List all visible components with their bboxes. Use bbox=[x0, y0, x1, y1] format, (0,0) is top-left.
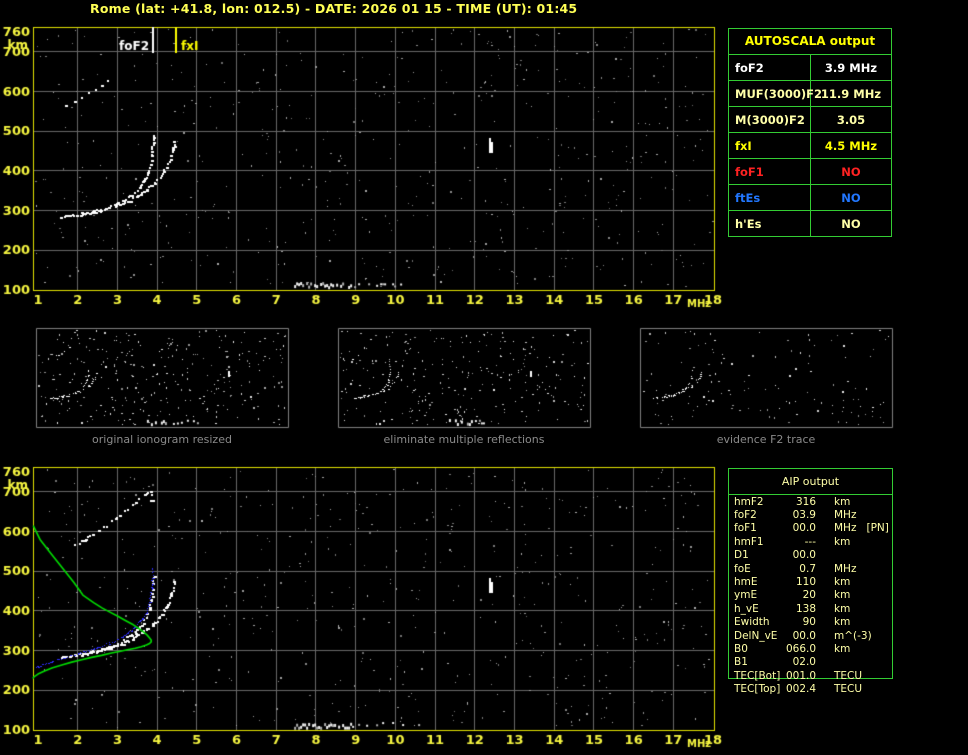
aip-row-value: 0.7 bbox=[799, 562, 816, 575]
aip-row-value: 20 bbox=[802, 589, 816, 602]
aip-row-unit: TECU bbox=[834, 669, 863, 682]
aip-row-value: --- bbox=[804, 535, 816, 548]
panel-caption-eliminate: eliminate multiple reflections bbox=[383, 433, 545, 446]
aip-row: ymE 20 km bbox=[729, 589, 892, 602]
aip-row-unit: km bbox=[834, 602, 851, 615]
autoscala-row: foF1 NO bbox=[729, 158, 891, 184]
aip-row-label: h_vE bbox=[734, 602, 759, 615]
aip-row-label: foE bbox=[734, 562, 751, 575]
autoscala-row-value: NO bbox=[841, 164, 861, 179]
aip-row-value: 03.9 bbox=[792, 509, 816, 522]
aip-row-note: [PN] bbox=[866, 522, 889, 535]
autoscala-row: ftEs NO bbox=[729, 184, 891, 210]
aip-row-value: 02.0 bbox=[792, 656, 816, 669]
aip-row-unit: TECU bbox=[834, 683, 863, 696]
autoscala-row-label: h'Es bbox=[729, 211, 811, 236]
aip-row: DelN_vE 00.0 m^(-3) bbox=[729, 629, 892, 642]
aip-row-unit: km bbox=[834, 535, 851, 548]
aip-row: TEC[Top] 002.4 TECU bbox=[729, 682, 892, 695]
aip-row-label: TEC[Bot] bbox=[734, 669, 781, 682]
aip-row-label: D1 bbox=[734, 549, 749, 562]
autoscala-row: fxI 4.5 MHz bbox=[729, 132, 891, 158]
aip-row: hmF1 --- km bbox=[729, 535, 892, 548]
aip-row: h_vE 138 km bbox=[729, 602, 892, 615]
autoscala-row: foF2 3.9 MHz bbox=[729, 54, 891, 80]
autoscala-table-header: AUTOSCALA output bbox=[744, 34, 876, 48]
aip-row-label: DelN_vE bbox=[734, 629, 778, 642]
aip-row-value: 110 bbox=[795, 576, 816, 589]
autoscala-row-value: 3.9 MHz bbox=[824, 60, 878, 75]
aip-row-value: 316 bbox=[795, 495, 816, 508]
autoscala-row-value: NO bbox=[841, 216, 861, 231]
aip-row: B0 066.0 km bbox=[729, 642, 892, 655]
autoscala-table-rows: foF2 3.9 MHz MUF(3000)F2 11.9 MHz M(3000)F2 3… bbox=[729, 54, 891, 236]
aip-row-unit: m^(-3) bbox=[834, 629, 872, 642]
autoscala-row-label: M(3000)F2 bbox=[729, 107, 811, 132]
aip-row-value: 00.0 bbox=[792, 629, 816, 642]
autoscala-row-value: 4.5 MHz bbox=[824, 138, 878, 153]
autoscala-row-label: ftEs bbox=[729, 185, 811, 210]
aip-table-header: AIP output bbox=[729, 469, 892, 495]
autoscala-row-value: NO bbox=[841, 190, 861, 205]
panel-caption-original: original ionogram resized bbox=[92, 433, 232, 446]
aip-row: foF1 00.0 MHz [PN] bbox=[729, 522, 892, 535]
aip-row-label: Ewidth bbox=[734, 616, 770, 629]
aip-row-unit: MHz bbox=[834, 522, 857, 535]
autoscala-row-label: foF1 bbox=[729, 159, 811, 184]
aip-row-label: hmE bbox=[734, 576, 758, 589]
autoscala-row: h'Es NO bbox=[729, 210, 891, 236]
aip-row-value: 90 bbox=[802, 616, 816, 629]
aip-row-label: B1 bbox=[734, 656, 748, 669]
aip-row: B1 02.0 bbox=[729, 656, 892, 669]
aip-table-rows: hmF2 316 km foF2 03.9 MHz foF1 00.0 MHz [PN] hmF1 -… bbox=[729, 495, 892, 696]
aip-row-label: foF2 bbox=[734, 509, 757, 522]
aip-row-label: foF1 bbox=[734, 522, 757, 535]
aip-row-value: 066.0 bbox=[786, 642, 817, 655]
aip-row-unit: MHz bbox=[834, 509, 857, 522]
aip-row-unit: MHz bbox=[834, 562, 857, 575]
aip-row-label: ymE bbox=[734, 589, 758, 602]
aip-row-unit: km bbox=[834, 642, 851, 655]
autoscala-row-label: foF2 bbox=[729, 55, 811, 80]
autoscala-row-value: 11.9 MHz bbox=[820, 86, 882, 101]
aip-row: Ewidth 90 km bbox=[729, 616, 892, 629]
aip-row-label: hmF1 bbox=[734, 535, 764, 548]
aip-row-unit: km bbox=[834, 589, 851, 602]
aip-output-table: AIP output hmF2 316 km foF2 03.9 MHz foF1 00.0 M… bbox=[728, 468, 893, 695]
aip-row-value: 00.0 bbox=[792, 522, 816, 535]
aip-row-label: TEC[Top] bbox=[734, 683, 781, 696]
aip-row-value: 002.4 bbox=[786, 683, 817, 696]
aip-row-unit: km bbox=[834, 495, 851, 508]
panel-caption-evidence: evidence F2 trace bbox=[716, 433, 816, 446]
aip-row: foE 0.7 MHz bbox=[729, 562, 892, 575]
autoscala-row: MUF(3000)F2 11.9 MHz bbox=[729, 80, 891, 106]
aip-row: D1 00.0 bbox=[729, 549, 892, 562]
aip-row: TEC[Bot] 001.0 TECU bbox=[729, 669, 892, 682]
aip-row-unit: km bbox=[834, 616, 851, 629]
aip-row-value: 00.0 bbox=[792, 549, 816, 562]
aip-row-label: B0 bbox=[734, 642, 748, 655]
autoscala-output-table: AUTOSCALA output foF2 3.9 MHz MUF(3000)F2 1… bbox=[728, 28, 892, 237]
aip-row: hmF2 316 km bbox=[729, 495, 892, 508]
aip-row: hmE 110 km bbox=[729, 575, 892, 588]
aip-row-value: 001.0 bbox=[786, 669, 817, 682]
aip-row-value: 138 bbox=[795, 602, 816, 615]
autoscala-row: M(3000)F2 3.05 bbox=[729, 106, 891, 132]
aip-row-label: hmF2 bbox=[734, 495, 764, 508]
autoscala-row-label: fxI bbox=[729, 133, 811, 158]
autoscala-row-value: 3.05 bbox=[836, 112, 866, 127]
autoscala-row-label: MUF(3000)F2 bbox=[729, 81, 822, 106]
aip-row-unit: km bbox=[834, 576, 851, 589]
aip-row: foF2 03.9 MHz bbox=[729, 508, 892, 521]
page-title: Rome (lat: +41.8, lon: 012.5) - DATE: 20… bbox=[90, 1, 578, 16]
